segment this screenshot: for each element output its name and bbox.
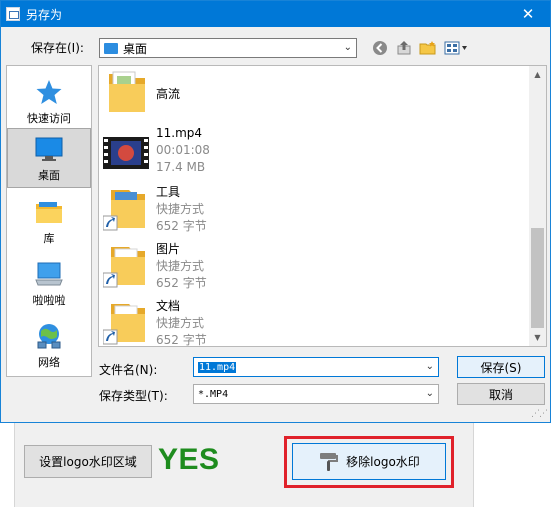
save-as-dialog: 另存为 ✕ 保存在(I): 桌面 ⌄ 快速访问 桌面 库 啦啦啦 网络 高流 1… bbox=[0, 0, 551, 423]
list-item[interactable]: 11.mp4 00:01:08 17.4 MB bbox=[99, 123, 529, 180]
desktop-icon bbox=[35, 137, 63, 161]
file-list[interactable]: 高流 11.mp4 00:01:08 17.4 MB 工具 快捷方式 652 字… bbox=[98, 65, 547, 347]
remove-watermark-label: 移除logo水印 bbox=[346, 455, 420, 469]
scroll-down-button[interactable]: ▼ bbox=[529, 329, 546, 346]
save-in-value: 桌面 bbox=[123, 41, 148, 56]
set-watermark-region-button[interactable]: 设置logo水印区域 bbox=[24, 445, 152, 478]
file-name: 11.mp4 bbox=[156, 126, 203, 140]
title-bar: 另存为 ✕ bbox=[1, 1, 550, 27]
chevron-down-icon: ⌄ bbox=[343, 42, 352, 53]
scroll-up-button[interactable]: ▲ bbox=[529, 66, 546, 83]
file-type: 快捷方式 bbox=[156, 202, 205, 216]
save-in-label: 保存在(I): bbox=[31, 41, 84, 55]
new-folder-button[interactable] bbox=[419, 39, 437, 57]
close-button[interactable]: ✕ bbox=[506, 1, 550, 27]
video-thumbnail-icon bbox=[103, 137, 149, 169]
filename-value: 11.mp4 bbox=[198, 361, 237, 373]
filename-input[interactable]: 11.mp4 ⌄ bbox=[193, 357, 439, 377]
up-folder-icon bbox=[397, 41, 411, 55]
view-menu-button[interactable] bbox=[443, 39, 469, 57]
filetype-value: *.MP4 bbox=[198, 388, 229, 400]
view-menu-icon bbox=[444, 41, 467, 55]
new-folder-icon bbox=[419, 41, 436, 55]
list-item[interactable]: 高流 bbox=[99, 66, 529, 123]
list-item[interactable]: 图片 快捷方式 652 字节 bbox=[99, 237, 529, 294]
status-text: YES bbox=[158, 443, 220, 476]
file-size: 17.4 MB bbox=[156, 160, 206, 174]
dialog-icon bbox=[6, 7, 20, 21]
folder-shortcut-icon bbox=[103, 247, 145, 288]
up-folder-button[interactable] bbox=[395, 39, 413, 57]
close-icon: ✕ bbox=[521, 5, 535, 23]
place-desktop[interactable]: 桌面 bbox=[7, 128, 91, 188]
star-icon bbox=[36, 80, 62, 104]
library-icon bbox=[36, 202, 62, 223]
file-name: 工具 bbox=[156, 185, 181, 199]
folder-shortcut-icon bbox=[103, 304, 145, 345]
scroll-thumb[interactable] bbox=[531, 228, 544, 328]
place-label: 网络 bbox=[38, 356, 60, 369]
network-icon bbox=[37, 324, 61, 349]
place-computer[interactable]: 啦啦啦 bbox=[7, 252, 91, 312]
place-label: 啦啦啦 bbox=[32, 294, 66, 307]
file-size: 652 字节 bbox=[156, 276, 207, 290]
vertical-scrollbar[interactable]: ▲ ▼ bbox=[529, 66, 546, 346]
file-name: 图片 bbox=[156, 242, 181, 256]
cancel-button[interactable]: 取消 bbox=[457, 383, 545, 405]
resize-grip[interactable]: ⋰⋰ bbox=[531, 409, 548, 419]
chevron-down-icon: ⌄ bbox=[425, 388, 434, 399]
filetype-label: 保存类型(T): bbox=[99, 389, 168, 403]
file-size: 652 字节 bbox=[156, 219, 207, 233]
remove-watermark-button[interactable]: 移除logo水印 bbox=[292, 443, 446, 480]
file-type: 快捷方式 bbox=[156, 259, 205, 273]
save-button[interactable]: 保存(S) bbox=[457, 356, 545, 378]
place-label: 快速访问 bbox=[27, 112, 71, 125]
computer-icon bbox=[35, 262, 63, 286]
file-duration: 00:01:08 bbox=[156, 143, 210, 157]
dialog-title: 另存为 bbox=[26, 7, 63, 22]
desktop-folder-icon bbox=[104, 42, 118, 54]
filename-label: 文件名(N): bbox=[99, 363, 158, 377]
file-type: 快捷方式 bbox=[156, 316, 205, 330]
place-library[interactable]: 库 bbox=[7, 190, 91, 250]
list-item[interactable]: 工具 快捷方式 652 字节 bbox=[99, 180, 529, 237]
place-quick-access[interactable]: 快速访问 bbox=[7, 70, 91, 130]
file-size: 652 字节 bbox=[156, 333, 207, 347]
folder-icon bbox=[109, 71, 145, 112]
paint-roller-icon bbox=[320, 452, 339, 471]
save-in-dropdown[interactable]: 桌面 ⌄ bbox=[99, 38, 357, 58]
place-label: 桌面 bbox=[38, 169, 60, 182]
back-arrow-icon bbox=[373, 41, 387, 55]
place-network[interactable]: 网络 bbox=[7, 314, 91, 374]
list-item[interactable]: 文档 快捷方式 652 字节 bbox=[99, 294, 529, 347]
chevron-down-icon: ⌄ bbox=[425, 361, 434, 372]
folder-shortcut-icon bbox=[103, 190, 145, 231]
place-label: 库 bbox=[43, 232, 55, 245]
places-bar: 快速访问 桌面 库 啦啦啦 网络 bbox=[6, 65, 92, 377]
file-name: 文档 bbox=[156, 299, 181, 313]
back-button[interactable] bbox=[371, 39, 389, 57]
file-name: 高流 bbox=[156, 87, 181, 101]
filetype-dropdown[interactable]: *.MP4 ⌄ bbox=[193, 384, 439, 404]
